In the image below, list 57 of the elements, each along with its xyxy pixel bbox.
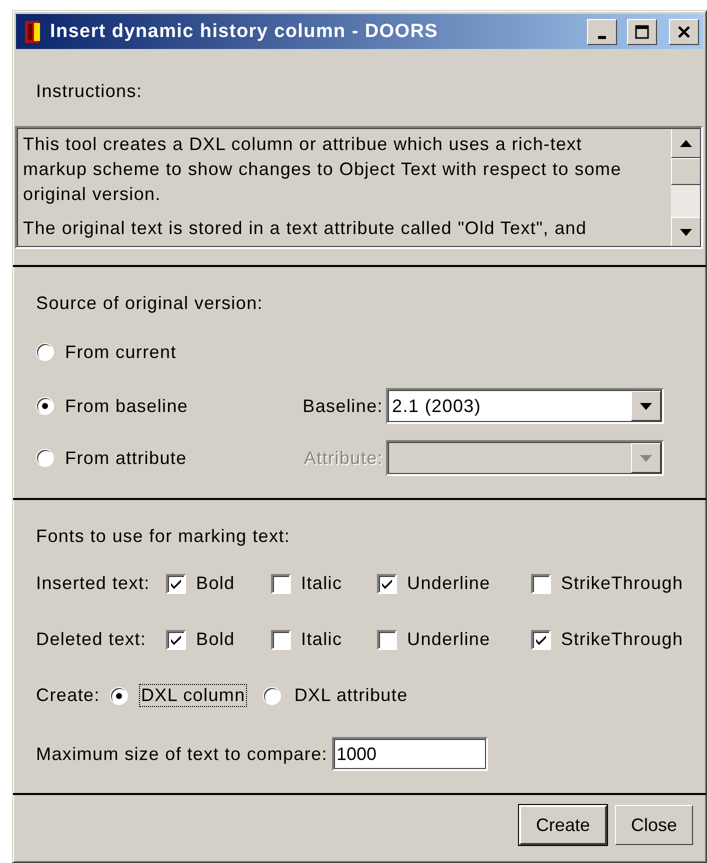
checkbox[interactable] [377,630,397,650]
field-label: Maximum size of text to compare: [36,744,328,764]
checkbox[interactable] [166,574,186,594]
scrollbar-thumb[interactable] [671,158,701,185]
caret-down-icon [680,228,692,236]
minimize-button[interactable] [587,18,617,44]
option-label[interactable]: From baseline [65,396,188,416]
checkbox[interactable] [377,574,397,594]
radio-button[interactable] [36,343,54,361]
option-label[interactable]: StrikeThrough [561,573,684,594]
input-field[interactable]: 1000 [332,737,488,771]
section-label: Source of original version: [36,293,264,314]
option-label[interactable]: Bold [196,573,235,594]
option-label[interactable]: From current [65,342,176,362]
radio-button[interactable] [263,686,282,704]
dialog-button[interactable]: Create [518,805,607,845]
radio-button[interactable] [36,449,54,467]
option-label[interactable]: Underline [407,573,490,594]
option-label[interactable]: StrikeThrough [561,629,684,650]
instructions-label: Instructions: [36,81,142,102]
caret-up-icon [680,140,692,146]
row-label: Inserted text: [36,573,151,594]
row-label: Create: [36,685,100,706]
radio-button[interactable] [110,686,128,704]
caret-down-icon [640,454,652,462]
window-title: Insert dynamic history column - DOORS [50,20,440,42]
close-icon [677,24,691,38]
option-label[interactable]: Bold [196,629,235,650]
option-label[interactable]: From attribute [65,448,187,468]
scroll-up-button[interactable] [671,128,701,158]
dialog-button[interactable]: Close [614,805,693,845]
option-label[interactable]: Italic [301,629,342,650]
scroll-down-button[interactable] [671,217,701,247]
scrollbar[interactable] [671,128,701,247]
instructions-paragraph: The original text is stored in a text attribute called "Old Text", and [23,217,588,240]
option-label[interactable]: Underline [407,629,490,650]
instructions-paragraph: This tool creates a DXL column or attribue which uses a rich-text markup scheme to show changes to Object Text with respect to some original version. [23,133,622,206]
option-label[interactable]: DXL column [138,684,248,707]
option-label[interactable]: Italic [301,573,342,594]
field-label: Baseline: [302,396,383,416]
radio-button[interactable] [36,397,54,415]
checkbox[interactable] [271,574,291,594]
maximize-button[interactable] [627,18,657,44]
row-label: Deleted text: [36,629,148,650]
field-label: Attribute: [302,448,383,468]
checkbox[interactable] [166,630,186,650]
maximize-icon [634,24,650,40]
minimize-icon [598,36,606,38]
option-label[interactable]: DXL attribute [292,684,410,707]
caret-down-icon [640,402,652,410]
section-label: Fonts to use for marking text: [36,526,290,547]
app-icon [24,20,42,44]
dropdown[interactable]: 2.1 (2003) [386,388,664,424]
close-button[interactable] [669,18,699,44]
checkbox[interactable] [531,630,551,650]
checkbox[interactable] [531,574,551,594]
checkbox[interactable] [271,630,291,650]
